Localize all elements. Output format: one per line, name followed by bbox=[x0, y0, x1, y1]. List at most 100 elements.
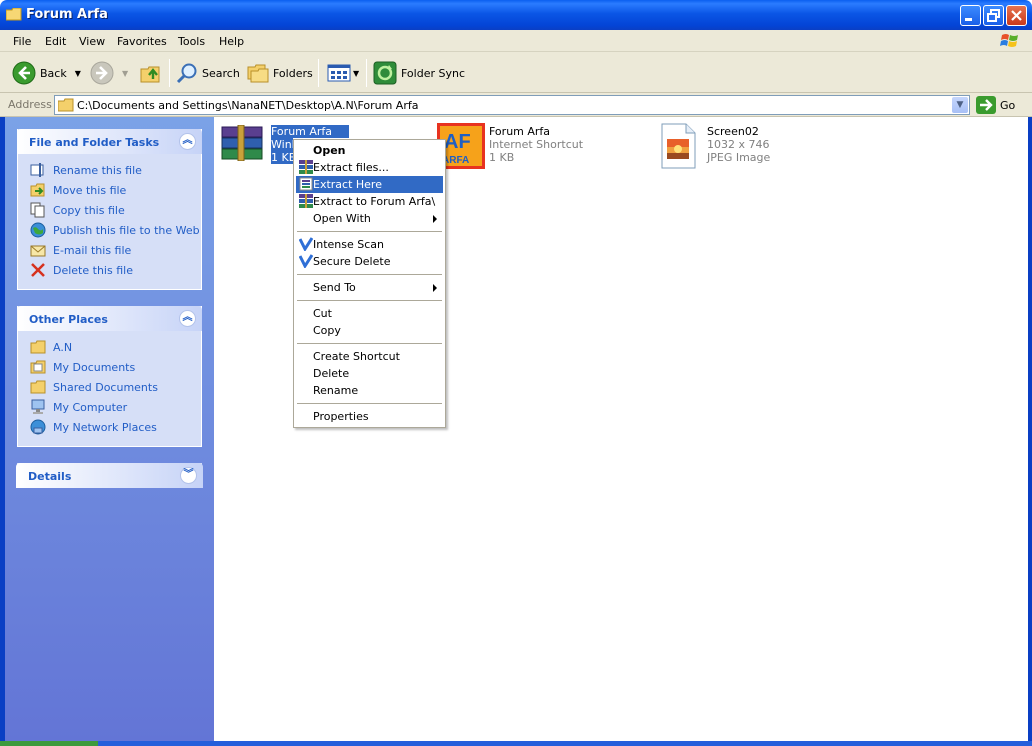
menu-tools[interactable]: Tools bbox=[178, 35, 205, 48]
address-dropdown-icon[interactable]: ▼ bbox=[952, 97, 968, 113]
place-shared-documents[interactable]: Shared Documents bbox=[30, 377, 201, 397]
task-copy[interactable]: Copy this file bbox=[30, 200, 201, 220]
antivirus-icon bbox=[299, 237, 313, 251]
expand-chevron-icon[interactable]: ︾ bbox=[180, 467, 197, 484]
back-dropdown-icon[interactable]: ▼ bbox=[75, 69, 81, 78]
address-label: Address bbox=[8, 98, 52, 111]
task-rename[interactable]: Rename this file bbox=[30, 160, 201, 180]
submenu-arrow-icon bbox=[433, 284, 437, 292]
restore-icon bbox=[987, 9, 1000, 22]
minimize-button[interactable] bbox=[960, 5, 981, 26]
menu-help[interactable]: Help bbox=[219, 35, 244, 48]
go-label: Go bbox=[1000, 98, 1016, 112]
menu-intense-scan[interactable]: Intense Scan bbox=[296, 236, 443, 253]
forward-button[interactable]: ▼ bbox=[90, 59, 128, 87]
menu-extract-here[interactable]: Extract Here bbox=[296, 176, 443, 193]
menu-favorites[interactable]: Favorites bbox=[117, 35, 167, 48]
address-input[interactable]: C:\Documents and Settings\NanaNET\Deskto… bbox=[54, 95, 970, 115]
back-label: Back bbox=[40, 66, 67, 80]
jpeg-image-icon bbox=[661, 123, 696, 169]
place-my-computer[interactable]: My Computer bbox=[30, 397, 201, 417]
copy-icon bbox=[30, 202, 45, 218]
menu-rename[interactable]: Rename bbox=[296, 382, 443, 399]
forward-dropdown-icon[interactable]: ▼ bbox=[122, 69, 128, 78]
collapse-chevron-icon[interactable]: ︽ bbox=[179, 133, 196, 150]
panel-title: Details bbox=[28, 470, 72, 483]
place-label: My Computer bbox=[53, 400, 128, 414]
close-icon bbox=[1011, 10, 1022, 21]
folder-sync-label: Folder Sync bbox=[401, 66, 466, 80]
menu-create-shortcut[interactable]: Create Shortcut bbox=[296, 348, 443, 365]
svg-text:AF: AF bbox=[444, 131, 471, 153]
menu-edit[interactable]: Edit bbox=[45, 35, 66, 48]
start-button-edge[interactable] bbox=[0, 741, 98, 746]
computer-icon bbox=[31, 399, 45, 414]
menu-copy[interactable]: Copy bbox=[296, 322, 443, 339]
menu-properties[interactable]: Properties bbox=[296, 408, 443, 425]
views-button[interactable]: ▼ bbox=[327, 59, 359, 87]
menu-file[interactable]: File bbox=[13, 35, 31, 48]
folders-icon bbox=[247, 64, 269, 83]
address-path: C:\Documents and Settings\NanaNET\Deskto… bbox=[77, 99, 419, 112]
task-publish[interactable]: Publish this file to the Web bbox=[30, 220, 201, 240]
winrar-icon bbox=[299, 194, 313, 208]
task-pane: File and Folder Tasks ︽ Rename this file… bbox=[5, 117, 214, 741]
delete-x-icon bbox=[31, 263, 45, 277]
panel-header[interactable]: Other Places ︽ bbox=[17, 306, 202, 331]
submenu-arrow-icon bbox=[433, 215, 437, 223]
search-icon bbox=[176, 63, 197, 84]
task-label: Publish this file to the Web bbox=[53, 223, 200, 237]
file-name: Forum Arfa bbox=[489, 125, 551, 138]
menu-open[interactable]: Open bbox=[296, 142, 443, 159]
window-right-border bbox=[1028, 117, 1032, 741]
menu-label: Open With bbox=[313, 212, 371, 225]
maximize-button[interactable] bbox=[983, 5, 1004, 26]
task-move[interactable]: Move this file bbox=[30, 180, 201, 200]
panel-header[interactable]: Details ︾ bbox=[16, 463, 203, 488]
task-email[interactable]: E-mail this file bbox=[30, 240, 201, 260]
folder-icon bbox=[58, 98, 74, 112]
address-bar: Address C:\Documents and Settings\NanaNE… bbox=[0, 93, 1032, 117]
context-menu: Open Extract files... Extract Here Extra… bbox=[293, 139, 446, 428]
back-button[interactable]: Back ▼ bbox=[12, 59, 81, 87]
go-button[interactable]: Go bbox=[976, 96, 1015, 114]
title-bar[interactable]: Forum Arfa bbox=[0, 0, 1032, 30]
task-delete[interactable]: Delete this file bbox=[30, 260, 201, 280]
menu-secure-delete[interactable]: Secure Delete bbox=[296, 253, 443, 270]
menu-label: Extract Here bbox=[313, 178, 382, 191]
shared-folder-icon bbox=[30, 380, 46, 394]
my-documents-icon bbox=[30, 360, 46, 374]
window-title: Forum Arfa bbox=[26, 7, 108, 22]
menu-extract-to[interactable]: Extract to Forum Arfa\ bbox=[296, 193, 443, 210]
folder-sync-button[interactable]: Folder Sync bbox=[373, 59, 465, 87]
close-button[interactable] bbox=[1006, 5, 1027, 26]
extract-here-icon bbox=[299, 177, 313, 191]
collapse-chevron-icon[interactable]: ︽ bbox=[179, 310, 196, 327]
menu-cut[interactable]: Cut bbox=[296, 305, 443, 322]
menu-bar: File Edit View Favorites Tools Help bbox=[0, 30, 1032, 52]
menu-open-with[interactable]: Open With bbox=[296, 210, 443, 227]
search-label: Search bbox=[202, 66, 240, 80]
file-folder-tasks-panel: File and Folder Tasks ︽ Rename this file… bbox=[17, 129, 202, 290]
windows-logo-icon bbox=[1000, 34, 1018, 47]
place-my-network-places[interactable]: My Network Places bbox=[30, 417, 201, 437]
file-type: JPEG Image bbox=[707, 151, 771, 164]
menu-extract-files[interactable]: Extract files... bbox=[296, 159, 443, 176]
search-button[interactable]: Search bbox=[175, 59, 240, 87]
menu-delete[interactable]: Delete bbox=[296, 365, 443, 382]
menu-separator bbox=[297, 300, 442, 301]
up-folder-button[interactable] bbox=[139, 59, 163, 87]
folders-button[interactable]: Folders bbox=[246, 59, 313, 87]
views-dropdown-icon[interactable]: ▼ bbox=[353, 69, 359, 78]
toolbar: Back ▼ ▼ Search Folders ▼ Folder Sync bbox=[0, 52, 1032, 93]
menu-send-to[interactable]: Send To bbox=[296, 279, 443, 296]
panel-header[interactable]: File and Folder Tasks ︽ bbox=[17, 129, 202, 154]
task-label: E-mail this file bbox=[53, 243, 132, 257]
place-an[interactable]: A.N bbox=[30, 337, 201, 357]
menu-separator bbox=[297, 231, 442, 232]
menu-label: Intense Scan bbox=[313, 238, 385, 251]
place-my-documents[interactable]: My Documents bbox=[30, 357, 201, 377]
file-type: Internet Shortcut bbox=[489, 138, 584, 151]
menu-view[interactable]: View bbox=[79, 35, 105, 48]
task-label: Delete this file bbox=[53, 263, 133, 277]
